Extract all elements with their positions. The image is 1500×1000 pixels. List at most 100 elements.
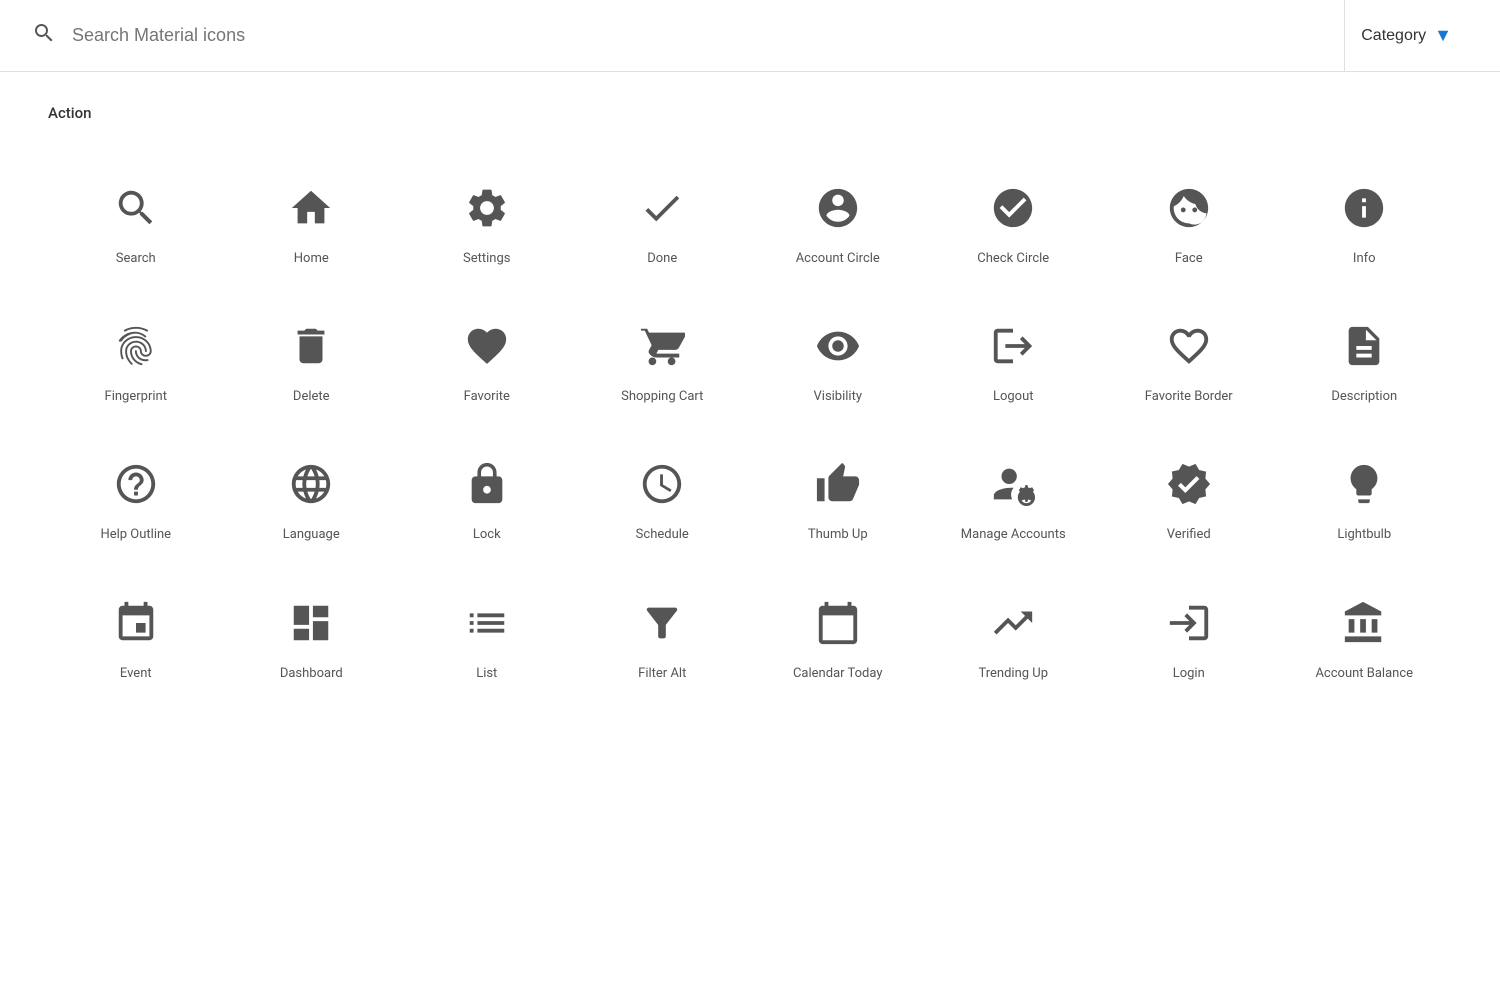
icon-item-language[interactable]: Language (224, 430, 400, 568)
settings-icon (461, 182, 513, 234)
icon-item-search[interactable]: Search (48, 154, 224, 292)
section-title: Action (48, 104, 1452, 122)
done-icon (636, 182, 688, 234)
icon-item-description[interactable]: Description (1277, 292, 1453, 430)
search-area (32, 21, 1344, 51)
icon-item-thumb_up[interactable]: Thumb Up (750, 430, 926, 568)
lock-icon (461, 458, 513, 510)
icon-item-calendar_today[interactable]: Calendar Today (750, 569, 926, 707)
trending_up-icon (987, 597, 1039, 649)
dashboard-icon (285, 597, 337, 649)
face-icon (1163, 182, 1215, 234)
home-icon (285, 182, 337, 234)
icon-item-favorite[interactable]: Favorite (399, 292, 575, 430)
icon-item-check_circle[interactable]: Check Circle (926, 154, 1102, 292)
shopping_cart-icon (636, 320, 688, 372)
icon-label-lightbulb: Lightbulb (1337, 526, 1391, 544)
icon-item-login[interactable]: Login (1101, 569, 1277, 707)
icon-label-visibility: Visibility (814, 388, 863, 406)
chevron-down-icon: ▼ (1434, 25, 1452, 46)
lightbulb-icon (1338, 458, 1390, 510)
account_circle-icon (812, 182, 864, 234)
icon-item-fingerprint[interactable]: Fingerprint (48, 292, 224, 430)
info-icon (1338, 182, 1390, 234)
icon-label-language: Language (283, 526, 340, 544)
icon-grid: Search Home Settings Done Account Circle Chec… (48, 154, 1452, 707)
icon-label-calendar_today: Calendar Today (793, 665, 883, 683)
icon-item-account_balance[interactable]: Account Balance (1277, 569, 1453, 707)
icon-label-manage_accounts: Manage Accounts (961, 526, 1066, 544)
icon-label-logout: Logout (993, 388, 1034, 406)
icon-item-home[interactable]: Home (224, 154, 400, 292)
icon-item-account_circle[interactable]: Account Circle (750, 154, 926, 292)
icon-item-lightbulb[interactable]: Lightbulb (1277, 430, 1453, 568)
icon-label-home: Home (294, 250, 329, 268)
icon-label-done: Done (647, 250, 677, 268)
icon-item-logout[interactable]: Logout (926, 292, 1102, 430)
icon-item-schedule[interactable]: Schedule (575, 430, 751, 568)
icon-label-login: Login (1173, 665, 1205, 683)
category-label: Category (1361, 27, 1426, 45)
icon-item-event[interactable]: Event (48, 569, 224, 707)
icon-label-account_circle: Account Circle (796, 250, 880, 268)
thumb_up-icon (812, 458, 864, 510)
icon-label-list: List (476, 665, 497, 683)
icon-label-favorite_border: Favorite Border (1145, 388, 1233, 406)
icon-item-face[interactable]: Face (1101, 154, 1277, 292)
favorite_border-icon (1163, 320, 1215, 372)
icon-label-info: Info (1353, 250, 1376, 268)
icon-label-check_circle: Check Circle (977, 250, 1049, 268)
icon-item-trending_up[interactable]: Trending Up (926, 569, 1102, 707)
description-icon (1338, 320, 1390, 372)
account_balance-icon (1338, 597, 1390, 649)
icon-label-settings: Settings (463, 250, 510, 268)
icon-label-event: Event (120, 665, 152, 683)
icon-item-verified[interactable]: Verified (1101, 430, 1277, 568)
favorite-icon (461, 320, 513, 372)
icon-item-info[interactable]: Info (1277, 154, 1453, 292)
category-button[interactable]: Category ▼ (1344, 0, 1468, 72)
icon-label-lock: Lock (473, 526, 501, 544)
icon-label-filter_alt: Filter Alt (638, 665, 686, 683)
icon-label-schedule: Schedule (636, 526, 689, 544)
icon-item-dashboard[interactable]: Dashboard (224, 569, 400, 707)
icon-item-settings[interactable]: Settings (399, 154, 575, 292)
help_outline-icon (110, 458, 162, 510)
manage_accounts-icon (987, 458, 1039, 510)
verified-icon (1163, 458, 1215, 510)
icon-item-visibility[interactable]: Visibility (750, 292, 926, 430)
icon-label-thumb_up: Thumb Up (808, 526, 868, 544)
language-icon (285, 458, 337, 510)
header: Category ▼ (0, 0, 1500, 72)
search-input[interactable] (72, 25, 1344, 46)
list-icon (461, 597, 513, 649)
icon-item-manage_accounts[interactable]: Manage Accounts (926, 430, 1102, 568)
icon-item-shopping_cart[interactable]: Shopping Cart (575, 292, 751, 430)
icon-label-favorite: Favorite (464, 388, 510, 406)
icon-item-delete[interactable]: Delete (224, 292, 400, 430)
icon-label-fingerprint: Fingerprint (105, 388, 167, 406)
fingerprint-icon (110, 320, 162, 372)
icon-label-face: Face (1175, 250, 1203, 268)
calendar_today-icon (812, 597, 864, 649)
event-icon (110, 597, 162, 649)
icon-label-account_balance: Account Balance (1315, 665, 1413, 683)
main-content: Action Search Home Settings Done Account Cir… (0, 72, 1500, 739)
icon-item-list[interactable]: List (399, 569, 575, 707)
icon-label-shopping_cart: Shopping Cart (621, 388, 703, 406)
icon-label-help_outline: Help Outline (100, 526, 171, 544)
icon-label-delete: Delete (293, 388, 330, 406)
search-icon (32, 21, 56, 51)
check_circle-icon (987, 182, 1039, 234)
icon-label-verified: Verified (1167, 526, 1211, 544)
icon-label-trending_up: Trending Up (978, 665, 1048, 683)
logout-icon (987, 320, 1039, 372)
icon-item-help_outline[interactable]: Help Outline (48, 430, 224, 568)
visibility-icon (812, 320, 864, 372)
icon-item-done[interactable]: Done (575, 154, 751, 292)
icon-label-search: Search (116, 250, 156, 268)
icon-item-lock[interactable]: Lock (399, 430, 575, 568)
login-icon (1163, 597, 1215, 649)
icon-item-filter_alt[interactable]: Filter Alt (575, 569, 751, 707)
icon-item-favorite_border[interactable]: Favorite Border (1101, 292, 1277, 430)
